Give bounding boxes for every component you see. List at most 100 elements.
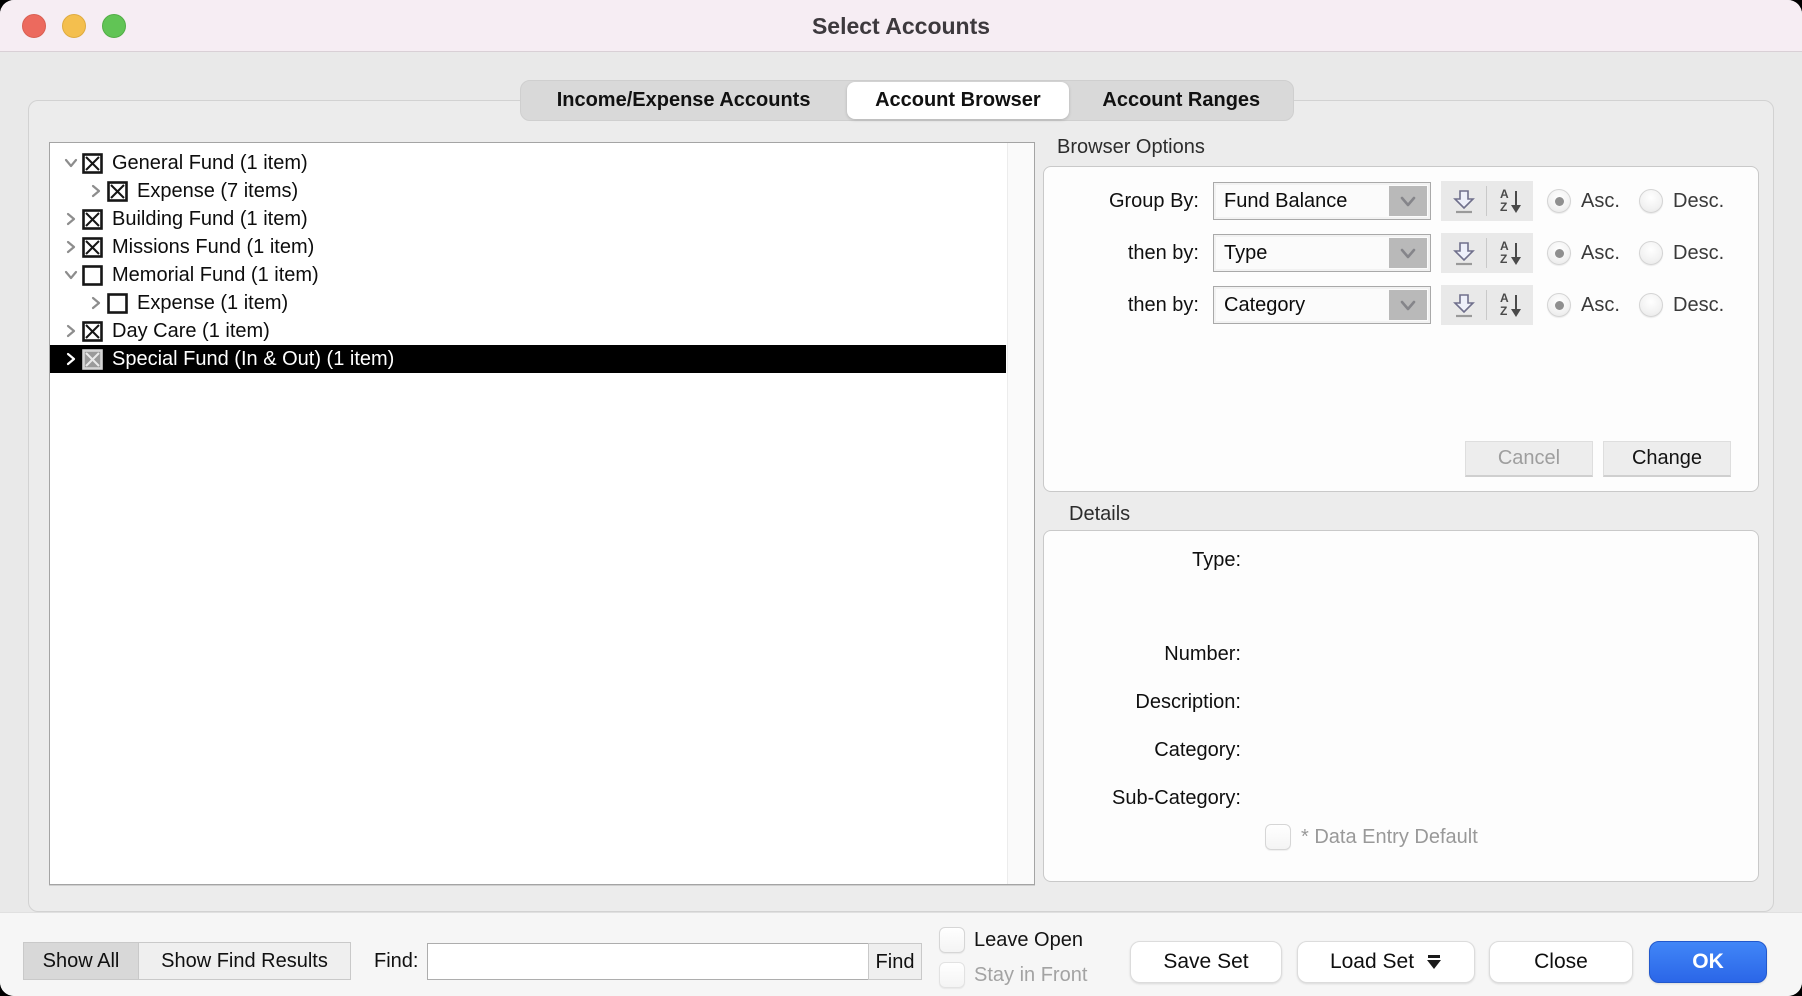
descending-label: Desc. [1673, 286, 1724, 324]
window-title: Select Accounts [0, 0, 1802, 52]
stay-in-front-label: Stay in Front [974, 964, 1087, 987]
tree-row-label: Expense (7 items) [137, 180, 298, 203]
sort-row: then by:CategoryAZAsc.Desc. [1044, 286, 1758, 324]
group-arrow-icon[interactable] [1441, 181, 1486, 221]
sort-icon-buttons: AZ [1441, 233, 1533, 273]
sort-az-icon[interactable]: AZ [1487, 233, 1532, 273]
data-entry-default-checkbox[interactable] [1265, 824, 1291, 850]
show-find-results-button[interactable]: Show Find Results [138, 942, 351, 980]
chevron-right-icon[interactable] [85, 180, 107, 202]
sort-az-icon[interactable]: AZ [1487, 181, 1532, 221]
unchecked-checkbox-icon[interactable] [82, 265, 103, 286]
sort-row-label: Group By: [1044, 182, 1199, 220]
checked-checkbox-icon[interactable] [82, 153, 103, 174]
descending-radio[interactable] [1639, 241, 1663, 265]
sort-field-dropdown[interactable]: Fund Balance [1213, 182, 1431, 220]
chevron-right-icon[interactable] [60, 320, 82, 342]
chevron-down-icon[interactable] [60, 152, 82, 174]
svg-text:A: A [1500, 239, 1509, 253]
tree-row-label: Special Fund (In & Out) (1 item) [112, 348, 394, 371]
chevron-right-icon[interactable] [60, 208, 82, 230]
unchecked-checkbox-icon[interactable] [107, 293, 128, 314]
sort-field-value: Fund Balance [1224, 183, 1347, 219]
descending-label: Desc. [1673, 182, 1724, 220]
descending-radio[interactable] [1639, 293, 1663, 317]
find-label: Find: [374, 942, 418, 980]
tree-scrollbar[interactable] [1007, 143, 1034, 884]
sort-field-dropdown[interactable]: Type [1213, 234, 1431, 272]
tree-row[interactable]: Building Fund (1 item) [50, 205, 1006, 233]
footer-bar: Show All Show Find Results Find: Find Le… [0, 912, 1802, 996]
sort-row-label: then by: [1044, 234, 1199, 272]
descending-label: Desc. [1673, 234, 1724, 272]
chevron-right-icon[interactable] [60, 236, 82, 258]
tree-row-label: Building Fund (1 item) [112, 208, 308, 231]
tree-row[interactable]: Memorial Fund (1 item) [50, 261, 1006, 289]
group-arrow-icon[interactable] [1441, 285, 1486, 325]
sort-icon-buttons: AZ [1441, 181, 1533, 221]
details-title: Details [1069, 503, 1130, 526]
tree-row-label: Memorial Fund (1 item) [112, 264, 319, 287]
tree-row[interactable]: Missions Fund (1 item) [50, 233, 1006, 261]
tree-row-label: Missions Fund (1 item) [112, 236, 314, 259]
title-bar: Select Accounts [0, 0, 1802, 52]
ascending-radio[interactable] [1547, 189, 1571, 213]
checked-checkbox-icon[interactable] [82, 349, 103, 370]
details-field-label: Description: [1044, 691, 1241, 714]
ascending-label: Asc. [1581, 182, 1620, 220]
checked-checkbox-icon[interactable] [82, 237, 103, 258]
browser-options-panel: Group By:Fund BalanceAZAsc.Desc.then by:… [1043, 166, 1759, 492]
ok-button[interactable]: OK [1649, 941, 1767, 983]
details-field-label: Number: [1044, 643, 1241, 666]
chevron-down-icon[interactable] [60, 264, 82, 286]
details-panel: Type:Number:Description:Category:Sub-Cat… [1043, 530, 1759, 882]
chevron-right-icon[interactable] [60, 348, 82, 370]
leave-open-checkbox[interactable] [939, 927, 965, 953]
details-field-label: Type: [1044, 549, 1241, 572]
load-set-button[interactable]: Load Set [1297, 941, 1475, 983]
checked-checkbox-icon[interactable] [82, 209, 103, 230]
save-set-button[interactable]: Save Set [1130, 941, 1282, 983]
sort-field-dropdown[interactable]: Category [1213, 286, 1431, 324]
change-button[interactable]: Change [1603, 441, 1731, 477]
close-button[interactable]: Close [1489, 941, 1633, 983]
svg-text:A: A [1500, 187, 1509, 201]
dropdown-arrow-button[interactable] [1389, 290, 1427, 320]
show-all-button[interactable]: Show All [23, 942, 139, 980]
dropdown-arrow-button[interactable] [1389, 238, 1427, 268]
tree-row[interactable]: Day Care (1 item) [50, 317, 1006, 345]
svg-text:Z: Z [1500, 252, 1507, 266]
account-tree-rows: General Fund (1 item) Expense (7 items) Bu… [50, 149, 1006, 373]
dropdown-menu-icon [1426, 955, 1442, 969]
tree-row[interactable]: General Fund (1 item) [50, 149, 1006, 177]
svg-text:Z: Z [1500, 304, 1507, 318]
ascending-radio[interactable] [1547, 293, 1571, 317]
details-field-label: Sub-Category: [1044, 787, 1241, 810]
descending-radio[interactable] [1639, 189, 1663, 213]
svg-text:A: A [1500, 291, 1509, 305]
tree-row[interactable]: Expense (1 item) [50, 289, 1006, 317]
tree-row-label: Expense (1 item) [137, 292, 288, 315]
sort-row: then by:TypeAZAsc.Desc. [1044, 234, 1758, 272]
browser-options-title: Browser Options [1057, 136, 1205, 159]
tree-row[interactable]: Expense (7 items) [50, 177, 1006, 205]
group-arrow-icon[interactable] [1441, 233, 1486, 273]
chevron-right-icon[interactable] [85, 292, 107, 314]
sort-az-icon[interactable]: AZ [1487, 285, 1532, 325]
cancel-button[interactable]: Cancel [1465, 441, 1593, 477]
dropdown-arrow-button[interactable] [1389, 186, 1427, 216]
ascending-radio[interactable] [1547, 241, 1571, 265]
sort-row-label: then by: [1044, 286, 1199, 324]
data-entry-default-label: * Data Entry Default [1301, 826, 1478, 849]
stay-in-front-checkbox[interactable] [939, 962, 965, 988]
tab-income-expense-accounts[interactable]: Income/Expense Accounts [521, 81, 846, 120]
leave-open-label: Leave Open [974, 929, 1083, 952]
checked-checkbox-icon[interactable] [82, 321, 103, 342]
find-button[interactable]: Find [868, 943, 922, 980]
tab-account-browser[interactable]: Account Browser [847, 82, 1068, 119]
tab-account-ranges[interactable]: Account Ranges [1070, 81, 1293, 120]
find-input[interactable] [427, 943, 869, 980]
checked-checkbox-icon[interactable] [107, 181, 128, 202]
account-tree: General Fund (1 item) Expense (7 items) Bu… [49, 142, 1035, 885]
tree-row[interactable]: Special Fund (In & Out) (1 item) [50, 345, 1006, 373]
